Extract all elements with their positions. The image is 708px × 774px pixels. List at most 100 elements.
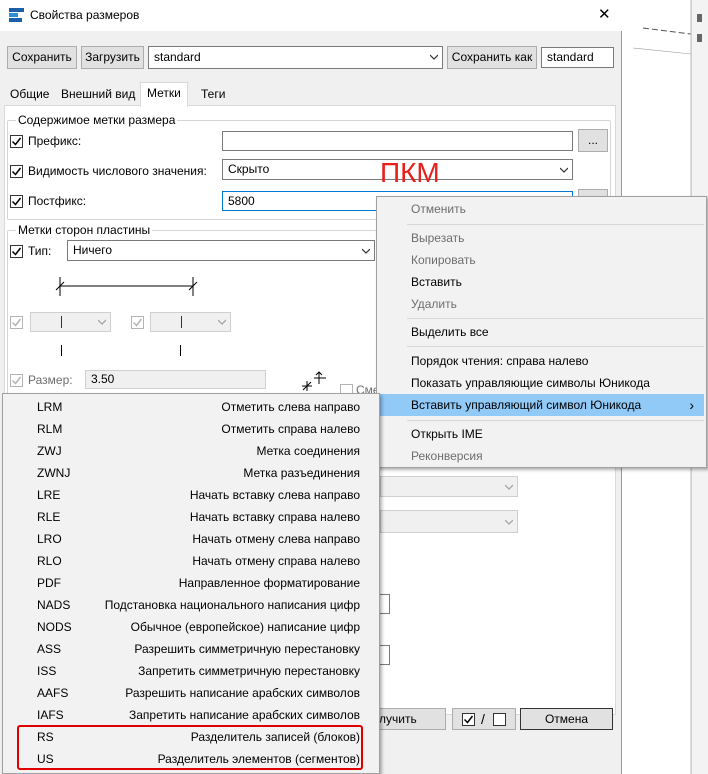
- close-icon[interactable]: ✕: [598, 5, 611, 23]
- menu-item-show-unicode-control[interactable]: Показать управляющие символы Юникода: [377, 372, 706, 394]
- type-combobox[interactable]: Ничего: [67, 240, 375, 261]
- menu-item-open-ime[interactable]: Открыть IME: [377, 423, 706, 445]
- menu-item-delete[interactable]: Удалить: [377, 293, 706, 315]
- submenu-item-iss[interactable]: ISS Запретить симметричную перестановку: [2, 660, 380, 682]
- submenu-item-code: IAFS: [37, 708, 64, 722]
- menu-item-reconversion[interactable]: Реконверсия: [377, 445, 706, 467]
- menu-item-rtl-reading-order[interactable]: Порядок чтения: справа налево: [377, 350, 706, 372]
- check-toggle-button[interactable]: /: [452, 708, 516, 730]
- submenu-item-zwnj[interactable]: ZWNJ Метка разъединения: [2, 462, 380, 484]
- save-button[interactable]: Сохранить: [7, 46, 77, 69]
- submenu-item-code: LRO: [37, 532, 62, 546]
- save-as-name-input[interactable]: standard: [541, 47, 614, 68]
- submenu-item-code: LRE: [37, 488, 61, 502]
- submenu-item-lrm[interactable]: LRM Отметить слева направо: [2, 396, 380, 418]
- submenu-item-code: ASS: [37, 642, 62, 656]
- submenu-item-desc: Метка разъединения: [243, 466, 360, 480]
- left-side-checkbox[interactable]: [10, 316, 23, 329]
- menu-item-select-all[interactable]: Выделить все: [377, 321, 706, 343]
- submenu-item-desc: Начать отмену справа налево: [192, 554, 360, 568]
- hidden-combobox-1[interactable]: [380, 476, 518, 497]
- dimension-preview: [55, 277, 198, 296]
- size-input[interactable]: 3.50: [85, 370, 266, 389]
- visibility-label: Видимость числового значения:: [28, 164, 207, 178]
- preset-combobox[interactable]: standard: [148, 46, 443, 69]
- visibility-checkbox[interactable]: [10, 165, 23, 178]
- check-icon: [11, 376, 22, 385]
- tab-general[interactable]: Общие: [4, 84, 55, 105]
- submenu-item-rle[interactable]: RLE Начать вставку справа налево: [2, 506, 380, 528]
- highlight-frame: [17, 725, 363, 770]
- submenu-item-nads[interactable]: NADS Подстановка национального написания …: [2, 594, 380, 616]
- submenu-item-nods[interactable]: NODS Обычное (европейское) написание цифр: [2, 616, 380, 638]
- tab-marks[interactable]: Метки: [140, 82, 188, 107]
- right-side-checkbox[interactable]: [131, 316, 144, 329]
- check-all-icon: [462, 713, 475, 726]
- title-bar: Свойства размеров ✕: [0, 0, 622, 31]
- submenu-item-code: RLE: [37, 510, 61, 524]
- check-icon: [11, 137, 22, 146]
- submenu-item-ass[interactable]: ASS Разрешить симметричную перестановку: [2, 638, 380, 660]
- load-button[interactable]: Загрузить: [81, 46, 144, 69]
- preset-value: standard: [154, 50, 201, 64]
- check-icon: [11, 247, 22, 256]
- submenu-item-pdf[interactable]: PDF Направленное форматирование: [2, 572, 380, 594]
- submenu-item-code: ZWNJ: [37, 466, 71, 480]
- submenu-item-code: LRM: [37, 400, 63, 414]
- menu-item-copy[interactable]: Копировать: [377, 249, 706, 271]
- submenu-item-desc: Отметить слева направо: [221, 400, 360, 414]
- submenu-item-desc: Отметить справа налево: [221, 422, 360, 436]
- submenu-item-code: ZWJ: [37, 444, 62, 458]
- check-toggle-separator: /: [481, 711, 485, 727]
- menu-separator: [407, 318, 704, 319]
- submenu-item-code: RLM: [37, 422, 63, 436]
- type-checkbox[interactable]: [10, 245, 23, 258]
- prefix-input[interactable]: [222, 131, 573, 151]
- menu-item-insert-unicode-control[interactable]: Вставить управляющий символ Юникода ›: [379, 394, 704, 416]
- apply-button-label: лучить: [379, 712, 417, 726]
- save-as-button[interactable]: Сохранить как: [447, 46, 537, 69]
- postfix-checkbox[interactable]: [10, 195, 23, 208]
- line-marker-icon: [61, 316, 62, 328]
- hidden-input-2[interactable]: [380, 645, 390, 665]
- tab-tags[interactable]: Теги: [195, 84, 231, 105]
- content-group-title: Содержимое метки размера: [16, 113, 178, 127]
- background-marker-icon: [697, 14, 702, 22]
- line-marker-icon: [181, 316, 182, 328]
- submenu-item-lre[interactable]: LRE Начать вставку слева направо: [2, 484, 380, 506]
- check-icon: [132, 318, 143, 327]
- menu-item-paste[interactable]: Вставить: [377, 271, 706, 293]
- submenu-item-desc: Разрешить написание арабских символов: [125, 686, 360, 700]
- submenu-item-zwj[interactable]: ZWJ Метка соединения: [2, 440, 380, 462]
- chevron-down-icon: [505, 519, 513, 525]
- submenu-item-desc: Подстановка национального написания цифр: [104, 598, 360, 612]
- menu-item-cut[interactable]: Вырезать: [377, 227, 706, 249]
- size-checkbox[interactable]: [10, 374, 23, 387]
- prefix-checkbox[interactable]: [10, 135, 23, 148]
- app-icon: [9, 8, 24, 22]
- submenu-item-iafs[interactable]: IAFS Запретить написание арабских символо…: [2, 704, 380, 726]
- chevron-down-icon: [430, 54, 438, 60]
- menu-separator: [407, 346, 704, 347]
- submenu-item-rlm[interactable]: RLM Отметить справа налево: [2, 418, 380, 440]
- submenu-item-lro[interactable]: LRO Начать отмену слева направо: [2, 528, 380, 550]
- submenu-item-rlo[interactable]: RLO Начать отмену справа налево: [2, 550, 380, 572]
- prefix-browse-button[interactable]: ...: [578, 129, 608, 152]
- uncheck-all-icon: [493, 713, 506, 726]
- left-side-combobox[interactable]: [30, 312, 111, 332]
- submenu-item-desc: Запретить симметричную перестановку: [138, 664, 360, 678]
- hidden-combobox-2[interactable]: [380, 510, 518, 533]
- menu-item-undo[interactable]: Отменить: [377, 198, 706, 220]
- cancel-button[interactable]: Отмена: [520, 708, 613, 730]
- chevron-down-icon: [362, 248, 370, 254]
- tab-appearance[interactable]: Внешний вид: [55, 84, 141, 105]
- hidden-input-1[interactable]: [380, 594, 390, 614]
- submenu-item-aafs[interactable]: AAFS Разрешить написание арабских символо…: [2, 682, 380, 704]
- check-icon: [11, 318, 22, 327]
- submenu-item-code: PDF: [37, 576, 61, 590]
- submenu-item-code: ISS: [37, 664, 57, 678]
- submenu-item-code: NODS: [37, 620, 72, 634]
- menu-separator: [407, 224, 704, 225]
- right-side-combobox[interactable]: [150, 312, 231, 332]
- check-icon: [11, 167, 22, 176]
